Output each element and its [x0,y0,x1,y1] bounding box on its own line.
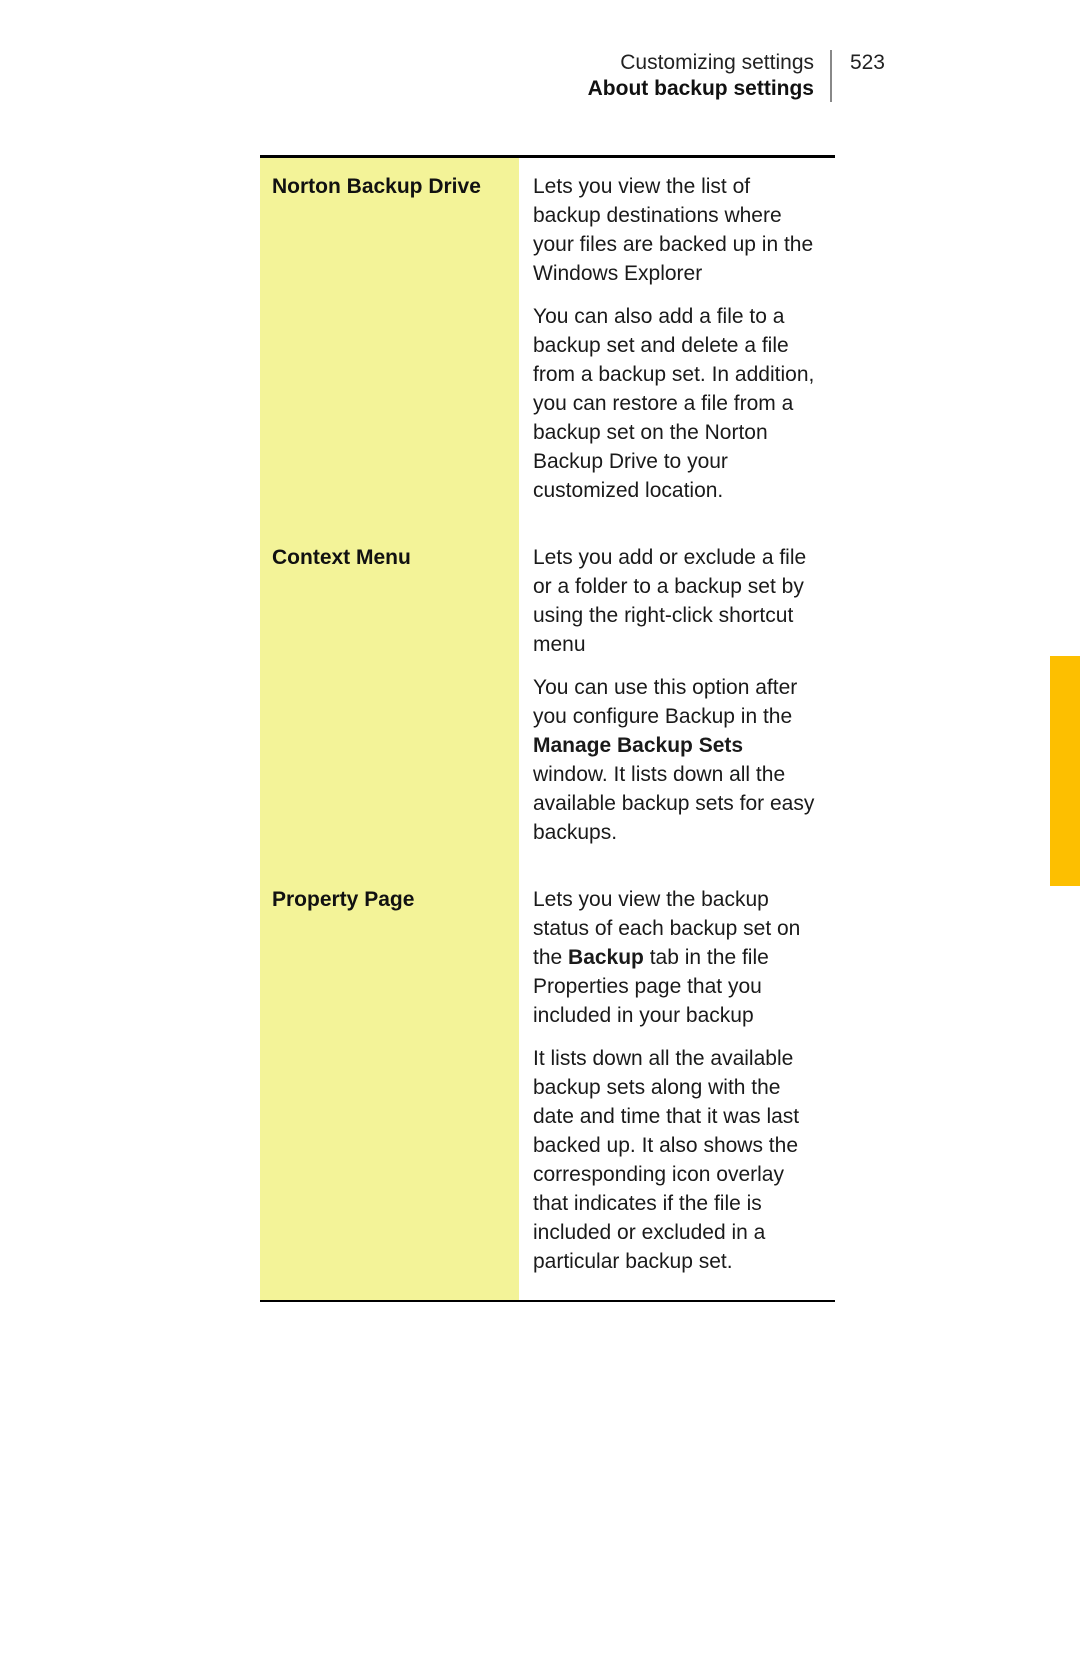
table-row: Context MenuLets you add or exclude a fi… [260,529,835,871]
description-paragraph: You can also add a file to a backup set … [533,302,823,505]
table-row: Norton Backup DriveLets you view the lis… [260,157,835,530]
description-paragraph: Lets you add or exclude a file or a fold… [533,543,823,659]
page-number: 523 [850,50,885,76]
row-label: Property Page [260,871,519,1301]
body-text: You can use this option after you config… [533,676,797,728]
row-label: Context Menu [260,529,519,871]
settings-table: Norton Backup DriveLets you view the lis… [260,155,835,1302]
row-label: Norton Backup Drive [260,157,519,530]
breadcrumb-text: Customizing settings [620,50,832,76]
description-paragraph: You can use this option after you config… [533,673,823,847]
body-text: window. It lists down all the available … [533,763,814,844]
table-row: Property PageLets you view the backup st… [260,871,835,1301]
bold-text: Backup [568,946,644,969]
body-text: Lets you view the list of backup destina… [533,175,813,285]
description-paragraph: It lists down all the available backup s… [533,1044,823,1276]
body-text: You can also add a file to a backup set … [533,305,814,502]
section-edge-tab [1050,656,1080,886]
description-paragraph: Lets you view the list of backup destina… [533,172,823,288]
page-header: Customizing settings About backup settin… [0,50,1080,102]
body-text: It lists down all the available backup s… [533,1047,799,1273]
body-text: Lets you add or exclude a file or a fold… [533,546,806,656]
row-description: Lets you view the list of backup destina… [519,157,835,530]
row-description: Lets you add or exclude a file or a fold… [519,529,835,871]
header-row-breadcrumb: Customizing settings [0,50,1080,76]
bold-text: Manage Backup Sets [533,734,743,757]
header-row-section: About backup settings [0,76,1080,102]
row-description: Lets you view the backup status of each … [519,871,835,1301]
settings-table-body: Norton Backup DriveLets you view the lis… [260,157,835,1302]
document-page: Customizing settings About backup settin… [0,0,1080,1680]
description-paragraph: Lets you view the backup status of each … [533,885,823,1030]
section-title: About backup settings [588,76,832,102]
